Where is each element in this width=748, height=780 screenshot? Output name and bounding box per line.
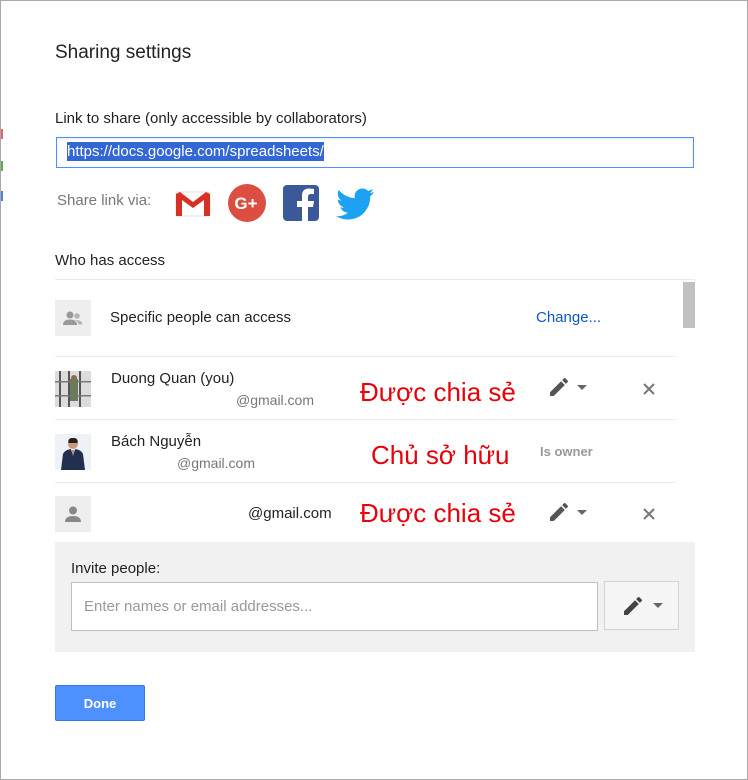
background-edge-mark (1, 161, 3, 171)
background-edge-mark (1, 191, 3, 201)
invite-placeholder: Enter names or email addresses... (84, 598, 313, 615)
invite-permission-dropdown[interactable] (604, 581, 679, 630)
share-via-label: Share link via: (57, 192, 152, 209)
share-link-field[interactable]: https://docs.google.com/spreadsheets/ (56, 137, 694, 168)
owner-name: Bách Nguyễn (111, 433, 202, 450)
close-icon (643, 508, 655, 520)
access-list-scrollbar[interactable] (683, 282, 695, 328)
remove-collaborator-button[interactable] (642, 382, 656, 401)
chevron-down-icon (577, 384, 587, 390)
chevron-down-icon (577, 509, 587, 515)
annotation-owner: Chủ sở hữu (371, 440, 510, 470)
permission-dropdown[interactable] (547, 375, 587, 399)
share-link-text: https://docs.google.com/spreadsheets/ (67, 142, 324, 161)
owner-tag: Is owner (540, 444, 593, 459)
invite-label: Invite people: (71, 560, 161, 577)
svg-text:G+: G+ (234, 194, 257, 213)
avatar (55, 371, 91, 407)
collaborator-email: @gmail.com (248, 505, 332, 522)
owner-row: Bách Nguyễn @gmail.com Chủ sở hữu Is own… (55, 420, 675, 483)
pencil-icon (623, 596, 642, 615)
google-plus-icon: G+ (228, 184, 266, 222)
people-icon (55, 300, 91, 336)
pencil-icon (550, 502, 569, 521)
change-access-link[interactable]: Change... (536, 309, 601, 326)
invite-panel: Invite people: Enter names or email addr… (55, 542, 695, 652)
owner-email: @gmail.com (177, 455, 256, 471)
pencil-icon (550, 377, 569, 396)
gmail-icon (175, 191, 211, 217)
person-icon (55, 496, 91, 532)
remove-collaborator-button[interactable] (642, 507, 656, 526)
collaborator-row: Duong Quan (you) @gmail.com Được chia sẻ (55, 357, 675, 420)
permission-dropdown[interactable] (547, 500, 587, 524)
access-list[interactable]: Specific people can access Change... Duo… (55, 279, 695, 542)
background-edge-mark (1, 129, 3, 139)
close-icon (643, 383, 655, 395)
dialog-title: Sharing settings (55, 42, 192, 63)
invite-input[interactable]: Enter names or email addresses... (71, 582, 598, 631)
collaborator-email: @gmail.com (236, 392, 315, 408)
twitter-icon (336, 188, 374, 220)
gmail-share-button[interactable] (173, 183, 213, 223)
facebook-icon (283, 185, 319, 221)
link-label: Link to share (only accessible by collab… (55, 110, 367, 127)
access-setting-text: Specific people can access (110, 309, 291, 326)
chevron-down-icon (652, 603, 663, 608)
who-has-access-heading: Who has access (55, 252, 166, 269)
google-plus-share-button[interactable]: G+ (227, 183, 267, 223)
access-setting-row: Specific people can access Change... (55, 280, 675, 357)
facebook-share-button[interactable] (281, 183, 321, 223)
sharing-dialog: Sharing settings Link to share (only acc… (0, 0, 748, 780)
annotation-shared: Được chia sẻ (360, 498, 516, 528)
twitter-share-button[interactable] (335, 183, 375, 223)
collaborator-name: Duong Quan (you) (111, 370, 235, 387)
avatar (55, 434, 91, 470)
collaborator-row: @gmail.com Được chia sẻ (55, 483, 675, 543)
done-button[interactable]: Done (55, 685, 145, 721)
annotation-shared: Được chia sẻ (360, 377, 516, 407)
